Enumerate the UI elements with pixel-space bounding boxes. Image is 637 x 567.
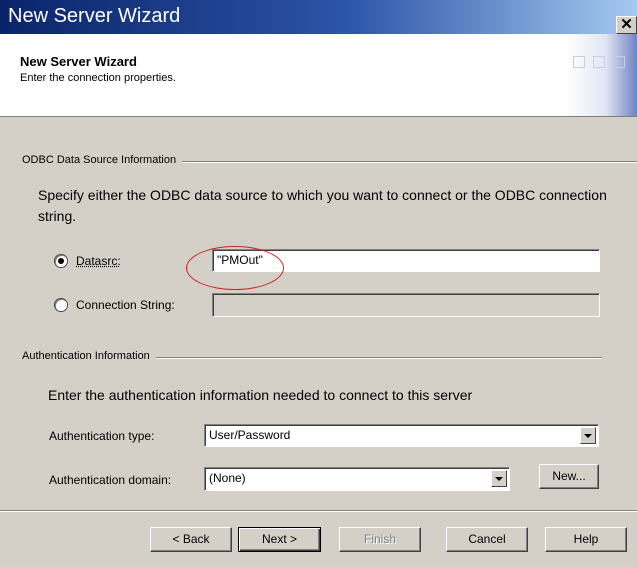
auth-description: Enter the authentication information nee… bbox=[48, 387, 473, 403]
help-button[interactable]: Help bbox=[545, 527, 627, 552]
odbc-description: Specify either the ODBC data source to w… bbox=[38, 187, 607, 224]
connection-string-label[interactable]: Connection String: bbox=[76, 298, 175, 312]
auth-type-label: Authentication type: bbox=[49, 429, 155, 443]
auth-type-dropdown[interactable]: User/Password bbox=[204, 424, 599, 447]
header-subtitle: Enter the connection properties. bbox=[20, 72, 176, 84]
connection-string-input[interactable] bbox=[212, 293, 600, 317]
chevron-down-icon[interactable] bbox=[580, 427, 596, 444]
datasrc-label[interactable]: Datasrc: bbox=[76, 254, 121, 268]
auth-domain-label: Authentication domain: bbox=[49, 473, 172, 487]
highlight-annotation bbox=[186, 246, 284, 290]
header-decoration-square bbox=[593, 56, 605, 68]
header-decoration-square bbox=[613, 56, 625, 68]
datasrc-radio[interactable] bbox=[55, 255, 67, 267]
close-button[interactable]: ✕ bbox=[616, 16, 637, 34]
wizard-header: New Server Wizard Enter the connection p… bbox=[0, 34, 637, 117]
window-title: New Server Wizard bbox=[8, 5, 181, 27]
chevron-down-icon[interactable] bbox=[491, 470, 507, 487]
footer-divider bbox=[0, 510, 637, 512]
next-button[interactable]: Next > bbox=[238, 527, 321, 552]
header-graphic bbox=[567, 34, 637, 116]
close-icon: ✕ bbox=[620, 16, 633, 33]
radio-selected-dot bbox=[58, 258, 64, 264]
finish-button[interactable]: Finish bbox=[339, 527, 421, 552]
new-domain-button[interactable]: New... bbox=[539, 464, 599, 489]
odbc-section-heading: ODBC Data Source Information bbox=[22, 154, 183, 166]
auth-domain-value: (None) bbox=[209, 471, 246, 485]
title-bar[interactable]: New Server Wizard ✕ bbox=[0, 0, 637, 34]
connection-string-radio[interactable] bbox=[55, 299, 67, 311]
header-title: New Server Wizard bbox=[20, 54, 137, 69]
back-button[interactable]: < Back bbox=[150, 527, 232, 552]
header-decoration-square bbox=[573, 56, 585, 68]
cancel-button[interactable]: Cancel bbox=[446, 527, 528, 552]
auth-section-heading: Authentication Information bbox=[22, 350, 156, 362]
wizard-window: New Server Wizard ✕ New Server Wizard En… bbox=[0, 0, 637, 567]
auth-type-value: User/Password bbox=[209, 428, 291, 442]
auth-domain-dropdown[interactable]: (None) bbox=[204, 467, 510, 491]
